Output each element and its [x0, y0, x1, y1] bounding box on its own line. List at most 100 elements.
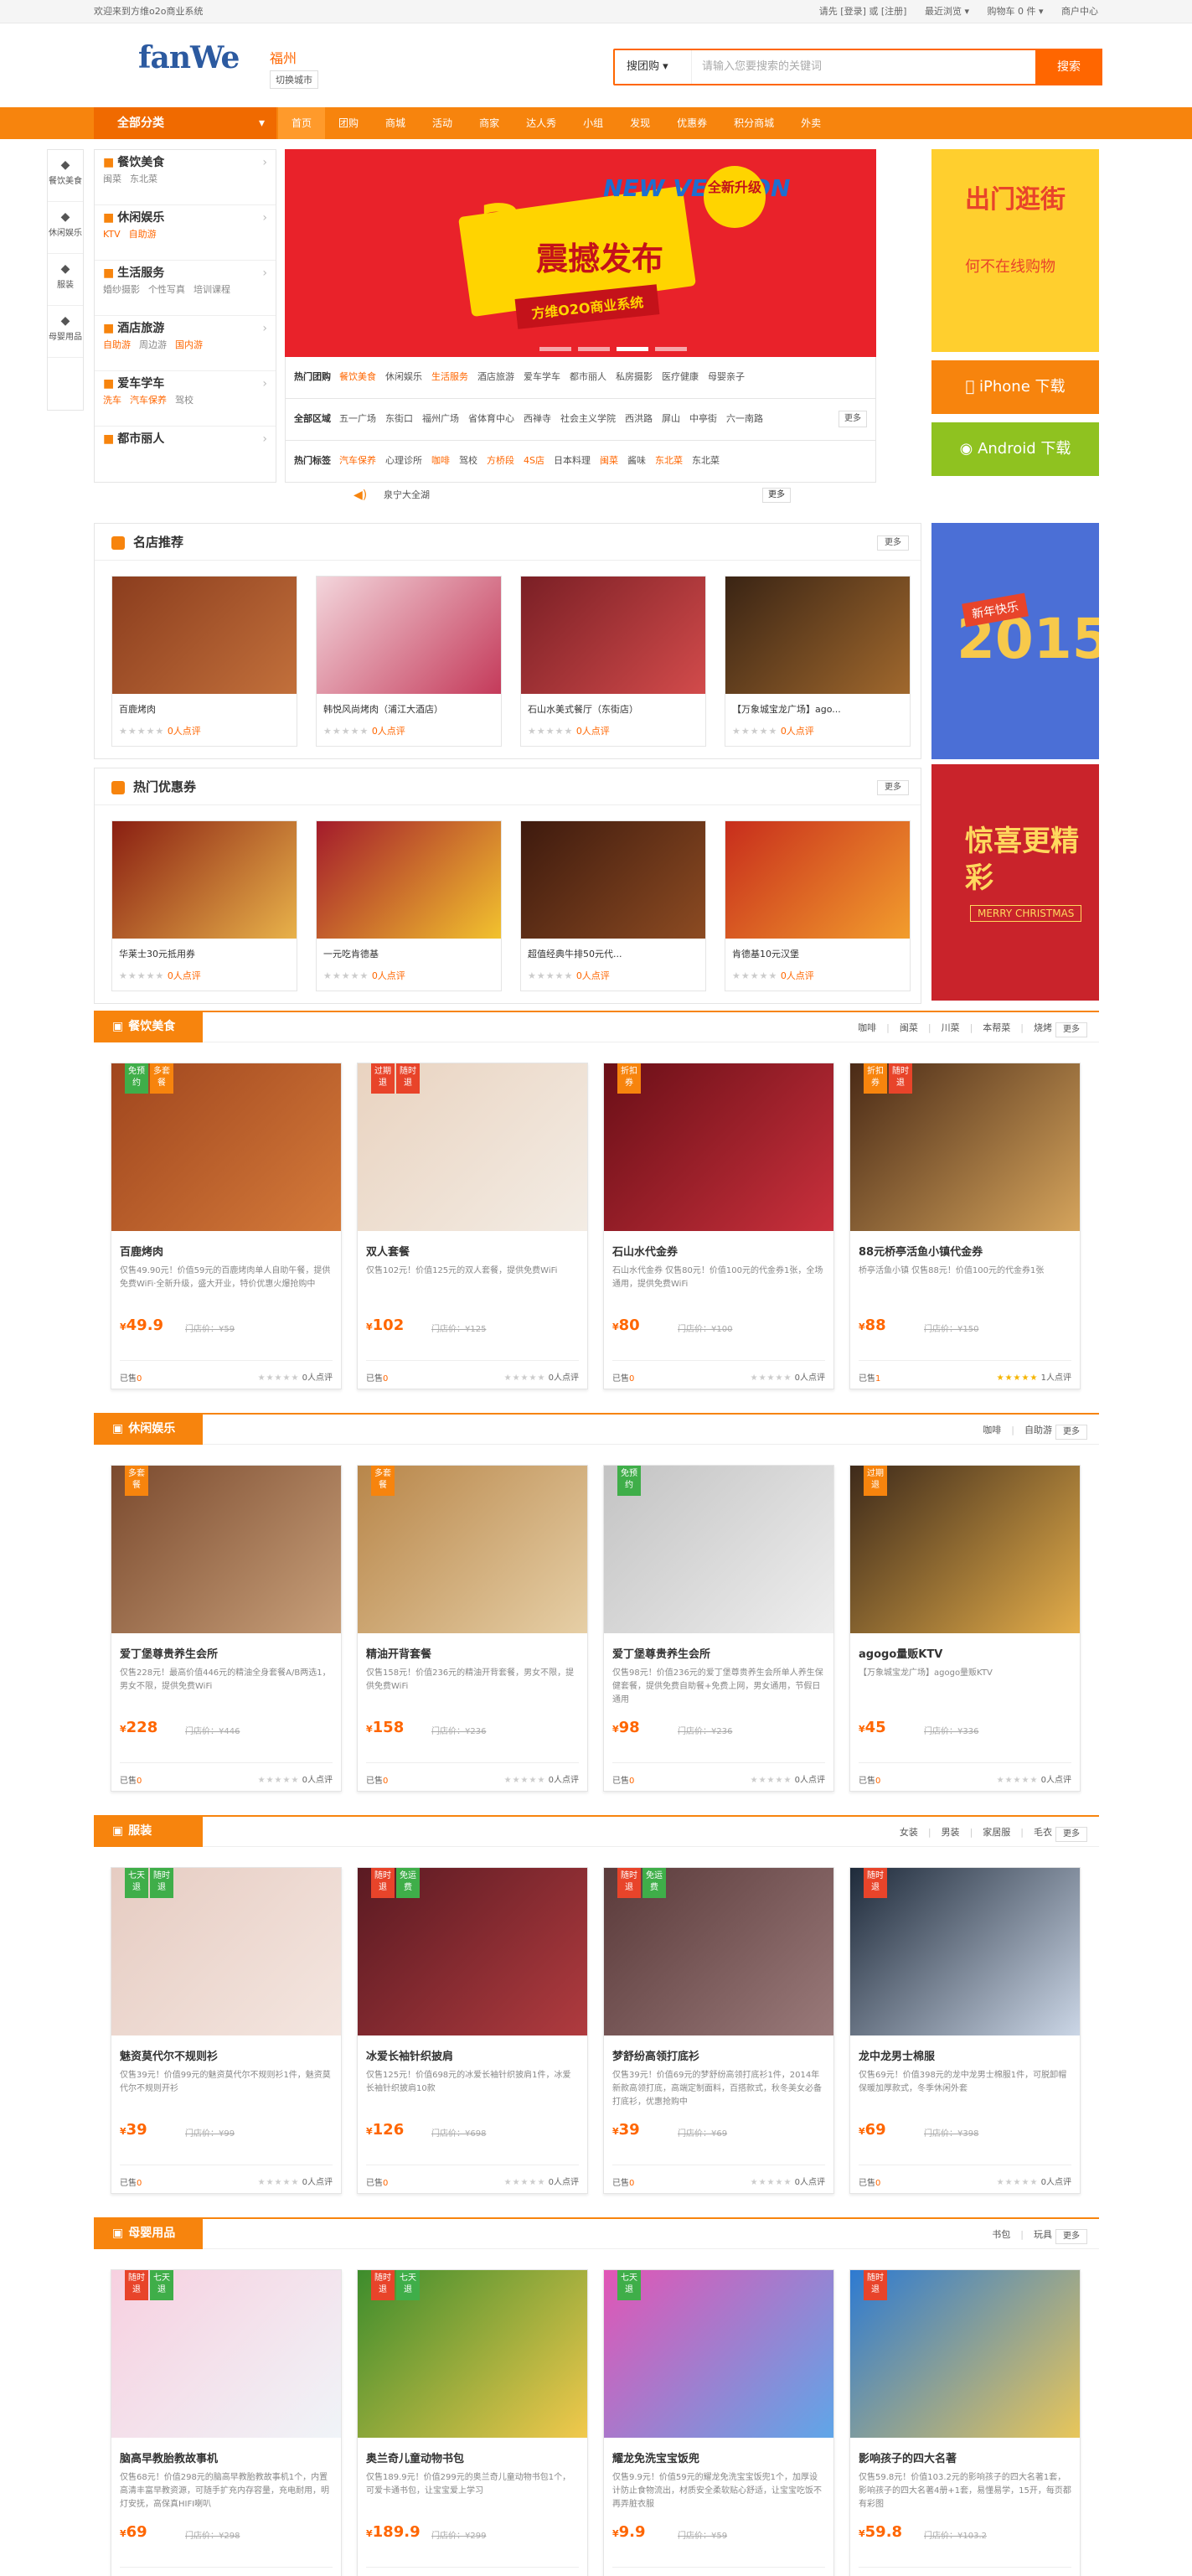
product-card[interactable]: 随时退 免运费 冰爱长袖针织披肩 仅售125元！价值698元的冰爱长袖针织披肩1件，冰…: [357, 1867, 588, 2194]
section-sub-link[interactable]: 男装: [942, 1827, 960, 1838]
tag-link[interactable]: 4S店: [524, 455, 544, 466]
android-download-button[interactable]: ◉ Android 下载: [931, 422, 1099, 476]
search-button[interactable]: 搜索: [1035, 49, 1102, 85]
category-sub-link[interactable]: 婚纱摄影: [103, 284, 140, 295]
tag-link[interactable]: 西禅寺: [524, 413, 551, 424]
site-logo[interactable]: fanWe: [138, 40, 240, 75]
nav-item[interactable]: 优惠券: [663, 107, 720, 139]
tag-link[interactable]: 心理诊所: [385, 455, 422, 466]
card-image[interactable]: [112, 577, 297, 694]
tag-link[interactable]: 省体育中心: [468, 413, 514, 424]
product-card[interactable]: 随时退 龙中龙男士棉服 仅售69元！价值398元的龙中龙男士棉服1件，可脱卸帽保暖加…: [849, 1867, 1081, 2194]
store-card[interactable]: 超值经典牛排50元代... ★★★★★ 0人点评: [520, 820, 706, 991]
product-card[interactable]: 折扣券 随时退 88元桥亭活鱼小镇代金券 桥亭活鱼小镇 仅售88元！价值100元的代金…: [849, 1063, 1081, 1389]
product-card[interactable]: 多套餐 爱丁堡尊贵养生会所 仅售228元！最高价值446元的精油全身套餐A/B两选1…: [111, 1465, 342, 1792]
nav-item[interactable]: 商家: [466, 107, 513, 139]
category-item[interactable]: ■ 爱车学车 › 洗车 汽车保养 驾校: [95, 371, 276, 427]
product-title[interactable]: 影响孩子的四大名著: [859, 2449, 957, 2465]
tag-link[interactable]: 休闲娱乐: [385, 371, 422, 382]
card-image[interactable]: [521, 577, 705, 694]
tag-link[interactable]: 中亭街: [689, 413, 717, 424]
category-item[interactable]: ■ 生活服务 › 婚纱摄影 个性写真 培训课程: [95, 261, 276, 316]
notice-more-button[interactable]: 更多: [762, 488, 791, 503]
section-sub-link[interactable]: 毛衣: [1034, 1827, 1052, 1838]
product-title[interactable]: agogo量贩KTV: [859, 1645, 942, 1661]
store-card[interactable]: 【万象城宝龙广场】ago... ★★★★★ 0人点评: [725, 576, 911, 747]
side-icon-item[interactable]: ◆ 餐饮美食: [48, 150, 83, 202]
all-categories-button[interactable]: 全部分类 ▾: [94, 107, 276, 139]
store-card[interactable]: 韩悦风尚烤肉（浦江大酒店） ★★★★★ 0人点评: [316, 576, 502, 747]
section-sub-link[interactable]: 女装: [900, 1827, 918, 1838]
section-tab[interactable]: ▣ 母婴用品: [94, 2217, 203, 2249]
new-year-ad[interactable]: 2015 新年快乐: [931, 523, 1099, 759]
product-title[interactable]: 88元桥亭活鱼小镇代金券: [859, 1243, 983, 1259]
cart-link[interactable]: 购物车 0 件 ▾: [987, 6, 1043, 17]
nav-item[interactable]: 活动: [419, 107, 466, 139]
login-link[interactable]: 请先 [登录] 或 [注册]: [819, 6, 907, 17]
store-card[interactable]: 肯德基10元汉堡 ★★★★★ 0人点评: [725, 820, 911, 991]
card-image[interactable]: [725, 821, 910, 939]
tag-link[interactable]: 五一广场: [339, 413, 376, 424]
category-sub-link[interactable]: 自助游: [129, 229, 157, 240]
tag-link[interactable]: 东街口: [385, 413, 413, 424]
section-more-button[interactable]: 更多: [1055, 1425, 1087, 1440]
product-card[interactable]: 过期退 agogo量贩KTV 【万象城宝龙广场】agogo量贩KTV ¥45 门店价：¥…: [849, 1465, 1081, 1792]
category-item[interactable]: ■ 酒店旅游 › 自助游 周边游 国内游: [95, 316, 276, 371]
search-input[interactable]: 请输入您要搜索的关键词: [702, 50, 822, 84]
product-title[interactable]: 梦舒纷高领打底衫: [612, 2047, 699, 2063]
card-name[interactable]: 肯德基10元汉堡: [732, 947, 799, 960]
banner-dots[interactable]: [536, 342, 690, 354]
card-name[interactable]: 超值经典牛排50元代...: [528, 947, 622, 960]
nav-item[interactable]: 发现: [617, 107, 663, 139]
category-sub-link[interactable]: 国内游: [175, 339, 203, 350]
section-more-button[interactable]: 更多: [1055, 1827, 1087, 1842]
tag-link[interactable]: 方桥段: [487, 455, 514, 466]
search-type-select[interactable]: 搜团购 ▾: [615, 50, 692, 84]
card-image[interactable]: [317, 821, 501, 939]
tag-link[interactable]: 驾校: [459, 455, 477, 466]
section-tab[interactable]: ▣ 休闲娱乐: [94, 1413, 203, 1445]
section-sub-link[interactable]: 书包: [992, 2229, 1010, 2240]
tag-link[interactable]: 生活服务: [431, 371, 468, 382]
category-item[interactable]: ■ 都市丽人 ›: [95, 427, 276, 482]
section-sub-link[interactable]: 家居服: [983, 1827, 1010, 1838]
card-image[interactable]: [112, 821, 297, 939]
tag-link[interactable]: 餐饮美食: [339, 371, 376, 382]
product-card[interactable]: 过期退 随时退 双人套餐 仅售102元！价值125元的双人套餐，提供免费WiFi ¥10…: [357, 1063, 588, 1389]
tag-link[interactable]: 东北菜: [692, 455, 720, 466]
tag-link[interactable]: 福州广场: [422, 413, 459, 424]
nav-item[interactable]: 积分商城: [720, 107, 787, 139]
section-more-button[interactable]: 更多: [1055, 2229, 1087, 2244]
product-title[interactable]: 石山水代金券: [612, 1243, 678, 1259]
iphone-download-button[interactable]:  iPhone 下载: [931, 360, 1099, 414]
tag-link[interactable]: 日本料理: [554, 455, 591, 466]
store-card[interactable]: 石山水美式餐厅（东街店） ★★★★★ 0人点评: [520, 576, 706, 747]
product-title[interactable]: 爱丁堡尊贵养生会所: [120, 1645, 218, 1661]
category-sub-link[interactable]: 培训课程: [194, 284, 230, 295]
category-item[interactable]: ■ 餐饮美食 › 闽菜 东北菜: [95, 150, 276, 205]
tag-link[interactable]: 酱味: [627, 455, 646, 466]
category-sub-link[interactable]: 汽车保养: [130, 395, 167, 406]
tag-link[interactable]: 屏山: [662, 413, 680, 424]
product-card[interactable]: 免预约 多套餐 百鹿烤肉 仅售49.90元！价值59元的百鹿烤肉单人自助午餐，提供免费…: [111, 1063, 342, 1389]
city-name[interactable]: 福州: [270, 47, 297, 67]
coupon-more-button[interactable]: 更多: [877, 780, 909, 795]
card-name[interactable]: 【万象城宝龙广场】ago...: [732, 702, 841, 716]
section-tab[interactable]: ▣ 服装: [94, 1815, 203, 1847]
tag-link[interactable]: 西洪路: [625, 413, 653, 424]
section-sub-link[interactable]: 咖啡: [983, 1425, 1001, 1435]
tag-link[interactable]: 都市丽人: [570, 371, 606, 382]
section-more-button[interactable]: 更多: [1055, 1022, 1087, 1037]
category-sub-link[interactable]: 周边游: [139, 339, 167, 350]
section-sub-link[interactable]: 自助游: [1024, 1425, 1052, 1435]
card-name[interactable]: 石山水美式餐厅（东街店）: [528, 702, 638, 716]
product-title[interactable]: 耀龙免洗宝宝饭兜: [612, 2449, 699, 2465]
product-title[interactable]: 双人套餐: [366, 1243, 410, 1259]
tag-link[interactable]: 东北菜: [655, 455, 683, 466]
product-title[interactable]: 百鹿烤肉: [120, 1243, 163, 1259]
product-card[interactable]: 随时退 七天退 奥兰奇儿童动物书包 仅售189.9元！价值299元的奥兰奇儿童动物书包…: [357, 2269, 588, 2576]
tag-link[interactable]: 社会主义学院: [560, 413, 616, 424]
nav-item[interactable]: 首页: [278, 107, 326, 139]
tag-link[interactable]: 私房摄影: [616, 371, 653, 382]
tag-link[interactable]: 汽车保养: [339, 455, 376, 466]
